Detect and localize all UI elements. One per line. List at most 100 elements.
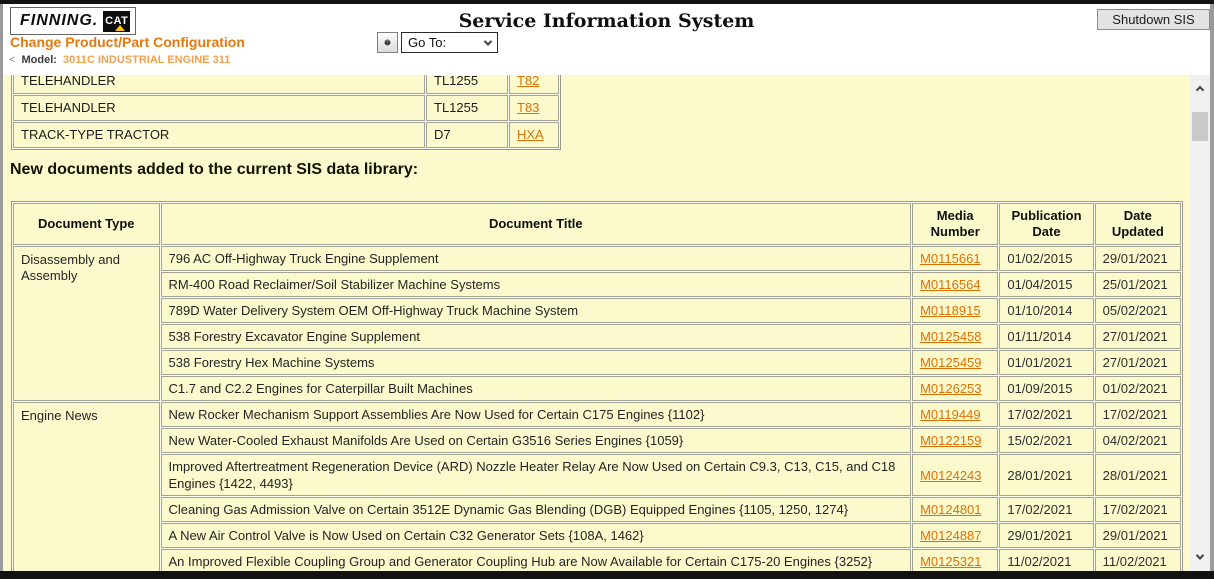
prefix-link-cell: HXA: [509, 122, 559, 148]
table-row: 538 Forestry Hex Machine Systems M012545…: [13, 350, 1181, 375]
publication-date-cell: 01/01/2021: [999, 350, 1093, 375]
date-updated-cell: 17/02/2021: [1095, 497, 1181, 522]
chevron-up-icon: [1196, 85, 1204, 93]
column-header-publication-date: Publication Date: [999, 203, 1093, 245]
media-number-cell: M0126253: [912, 376, 998, 401]
goto-select[interactable]: Go To:: [401, 32, 498, 53]
publication-date-cell: 15/02/2021: [999, 428, 1093, 453]
content-area: TELEHANDLER TL1255 T82 TELEHANDLER TL125…: [3, 75, 1190, 571]
date-updated-cell: 28/01/2021: [1095, 454, 1181, 496]
media-number-link[interactable]: M0115661: [920, 251, 980, 266]
chevron-down-icon: [484, 37, 492, 45]
media-number-link[interactable]: M0122159: [920, 433, 981, 448]
media-number-cell: M0125458: [912, 324, 998, 349]
date-updated-cell: 05/02/2021: [1095, 298, 1181, 323]
document-title-cell: RM-400 Road Reclaimer/Soil Stabilizer Ma…: [161, 272, 912, 297]
table-header-row: Document Type Document Title Media Numbe…: [13, 203, 1181, 245]
graphic-navigation-button[interactable]: [377, 32, 398, 53]
column-header-document-title: Document Title: [161, 203, 912, 245]
media-number-link[interactable]: M0124887: [920, 528, 981, 543]
table-row: A New Air Control Valve is Now Used on C…: [13, 523, 1181, 548]
publication-date-cell: 17/02/2021: [999, 402, 1093, 427]
window-right-edge: [1210, 4, 1214, 579]
media-number-link[interactable]: M0125458: [920, 329, 981, 344]
media-number-link[interactable]: M0125321: [920, 554, 981, 569]
prefix-link[interactable]: T82: [517, 75, 539, 88]
document-type-cell: Engine News: [13, 402, 160, 571]
media-number-cell: M0118915: [912, 298, 998, 323]
model-label: Model:: [22, 54, 57, 66]
document-title-cell: An Improved Flexible Coupling Group and …: [161, 549, 912, 571]
document-title-cell: C1.7 and C2.2 Engines for Caterpillar Bu…: [161, 376, 912, 401]
page-title: Service Information System: [3, 10, 1210, 32]
date-updated-cell: 29/01/2021: [1095, 246, 1181, 271]
model-value[interactable]: 3011C INDUSTRIAL ENGINE 311: [63, 54, 230, 66]
publication-date-cell: 01/09/2015: [999, 376, 1093, 401]
document-title-cell: Cleaning Gas Admission Valve on Certain …: [161, 497, 912, 522]
media-number-cell: M0125321: [912, 549, 998, 571]
model-breadcrumb: < Model: 3011C INDUSTRIAL ENGINE 311: [9, 54, 230, 66]
prefix-link-cell: T83: [509, 95, 559, 121]
document-title-cell: New Water-Cooled Exhaust Manifolds Are U…: [161, 428, 912, 453]
date-updated-cell: 27/01/2021: [1095, 324, 1181, 349]
table-row: Disassembly and Assembly 796 AC Off-High…: [13, 246, 1181, 271]
gem-icon: [384, 35, 391, 50]
chevron-down-icon: [1196, 551, 1204, 559]
scroll-down-button[interactable]: [1190, 548, 1210, 565]
document-title-cell: Improved Aftertreatment Regeneration Dev…: [161, 454, 912, 496]
product-family-cell: TELEHANDLER: [13, 75, 425, 94]
document-title-cell: 538 Forestry Hex Machine Systems: [161, 350, 912, 375]
prefix-link[interactable]: T83: [517, 100, 539, 115]
header-bar: FINNING. CAT Service Information System …: [3, 4, 1210, 75]
publication-date-cell: 28/01/2021: [999, 454, 1093, 496]
table-row: C1.7 and C2.2 Engines for Caterpillar Bu…: [13, 376, 1181, 401]
column-header-media-number: Media Number: [912, 203, 998, 245]
document-title-cell: A New Air Control Valve is Now Used on C…: [161, 523, 912, 548]
table-row: TELEHANDLER TL1255 T82: [13, 75, 559, 94]
publication-date-cell: 01/11/2014: [999, 324, 1093, 349]
document-title-cell: New Rocker Mechanism Support Assemblies …: [161, 402, 912, 427]
scroll-up-button[interactable]: [1190, 81, 1210, 98]
media-number-link[interactable]: M0126253: [920, 381, 981, 396]
media-number-link[interactable]: M0124243: [920, 468, 981, 483]
media-number-cell: M0124243: [912, 454, 998, 496]
publication-date-cell: 01/10/2014: [999, 298, 1093, 323]
window-bottom-edge: [0, 571, 1214, 579]
document-title-cell: 789D Water Delivery System OEM Off-Highw…: [161, 298, 912, 323]
product-model-cell: TL1255: [426, 75, 508, 94]
prefix-link-cell: T82: [509, 75, 559, 94]
shutdown-sis-button[interactable]: Shutdown SIS: [1097, 9, 1210, 30]
table-row: Improved Aftertreatment Regeneration Dev…: [13, 454, 1181, 496]
media-number-cell: M0115661: [912, 246, 998, 271]
date-updated-cell: 25/01/2021: [1095, 272, 1181, 297]
media-number-cell: M0125459: [912, 350, 998, 375]
date-updated-cell: 29/01/2021: [1095, 523, 1181, 548]
media-number-cell: M0124801: [912, 497, 998, 522]
media-number-link[interactable]: M0118915: [920, 303, 980, 318]
date-updated-cell: 27/01/2021: [1095, 350, 1181, 375]
date-updated-cell: 17/02/2021: [1095, 402, 1181, 427]
media-number-link[interactable]: M0116564: [920, 277, 980, 292]
media-number-cell: M0116564: [912, 272, 998, 297]
table-row: TELEHANDLER TL1255 T83: [13, 95, 559, 121]
column-header-document-type: Document Type: [13, 203, 160, 245]
date-updated-cell: 01/02/2021: [1095, 376, 1181, 401]
date-updated-cell: 04/02/2021: [1095, 428, 1181, 453]
media-number-link[interactable]: M0125459: [920, 355, 981, 370]
product-configuration-table: TELEHANDLER TL1255 T82 TELEHANDLER TL125…: [11, 75, 561, 150]
product-family-cell: TELEHANDLER: [13, 95, 425, 121]
scrollbar-thumb[interactable]: [1192, 112, 1208, 141]
back-chevron-icon[interactable]: <: [9, 54, 15, 66]
media-number-link[interactable]: M0119449: [920, 407, 980, 422]
new-documents-table: Document Type Document Title Media Numbe…: [11, 201, 1183, 571]
prefix-link[interactable]: HXA: [517, 127, 544, 142]
table-row: Engine News New Rocker Mechanism Support…: [13, 402, 1181, 427]
change-product-config-link[interactable]: Change Product/Part Configuration: [10, 34, 245, 50]
table-row: RM-400 Road Reclaimer/Soil Stabilizer Ma…: [13, 272, 1181, 297]
publication-date-cell: 17/02/2021: [999, 497, 1093, 522]
media-number-link[interactable]: M0124801: [920, 502, 981, 517]
table-row: 789D Water Delivery System OEM Off-Highw…: [13, 298, 1181, 323]
product-model-cell: TL1255: [426, 95, 508, 121]
vertical-scrollbar[interactable]: [1190, 75, 1210, 571]
publication-date-cell: 29/01/2021: [999, 523, 1093, 548]
